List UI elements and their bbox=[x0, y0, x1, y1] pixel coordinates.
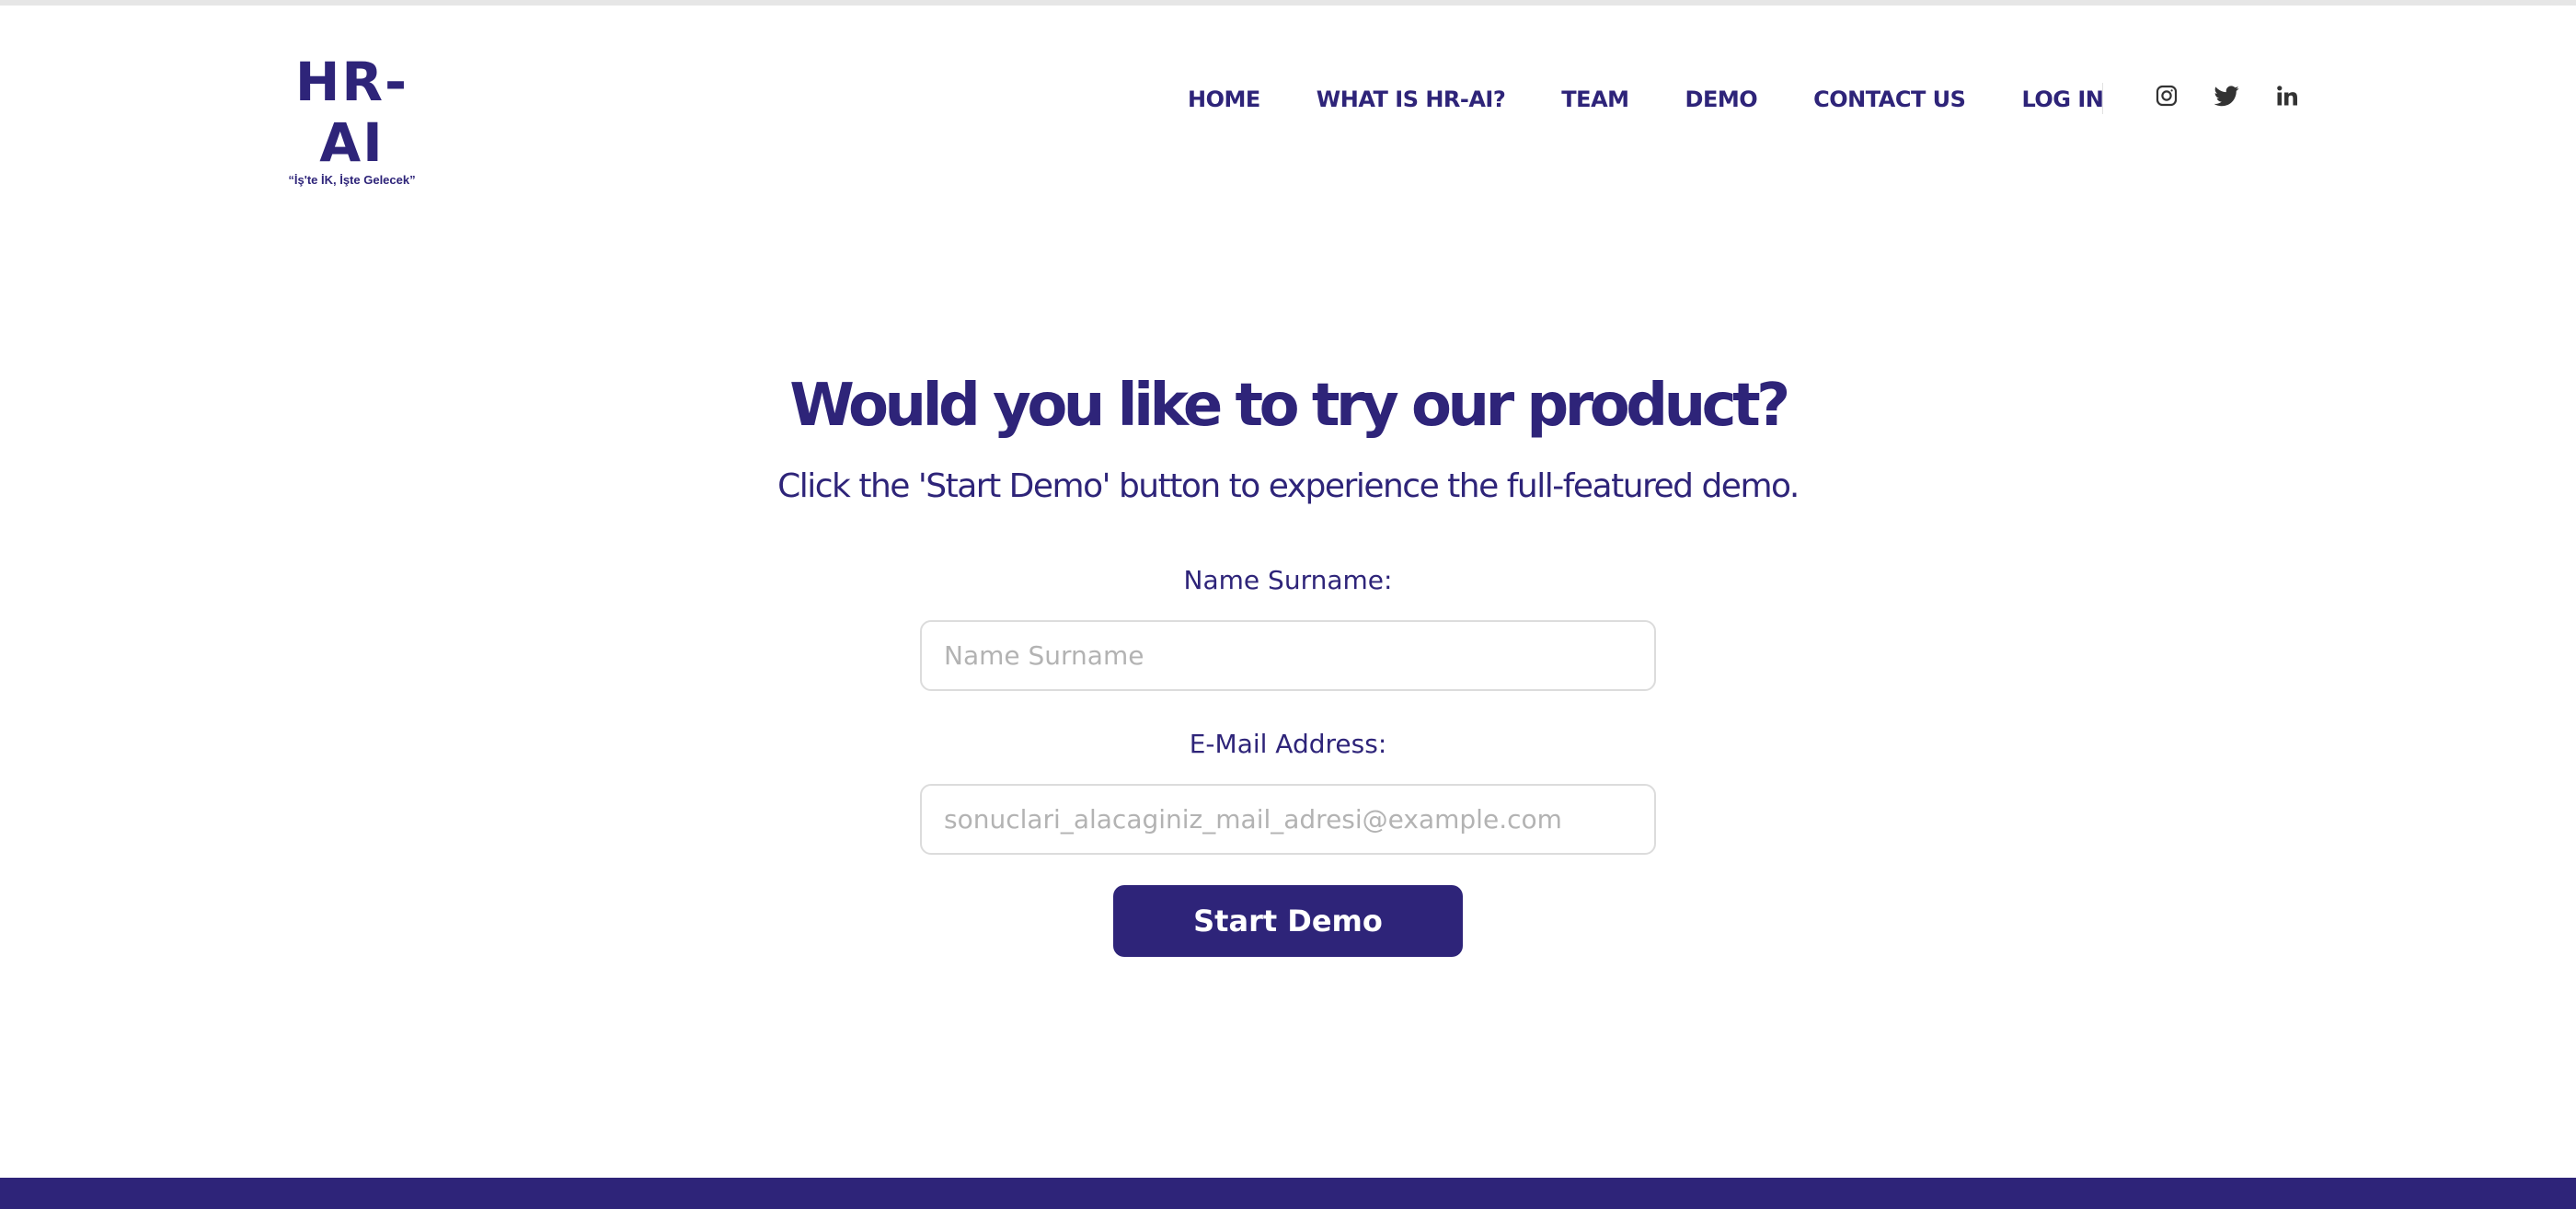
start-demo-button[interactable]: Start Demo bbox=[1113, 885, 1463, 957]
email-address-label: E-Mail Address: bbox=[1189, 729, 1387, 759]
logo-tagline: “İş'te İK, İşte Gelecek” bbox=[288, 173, 416, 187]
page-subtitle: Click the 'Start Demo' button to experie… bbox=[777, 467, 1800, 505]
nav-divider bbox=[2102, 83, 2103, 114]
name-surname-label: Name Surname: bbox=[1183, 565, 1393, 595]
nav-home[interactable]: HOME bbox=[1188, 86, 1260, 112]
page: HR-AI “İş'te İK, İşte Gelecek” HOME WHAT… bbox=[0, 0, 2576, 1209]
email-address-input[interactable] bbox=[920, 784, 1656, 855]
footer-bar bbox=[0, 1178, 2576, 1209]
nav-demo[interactable]: DEMO bbox=[1685, 86, 1758, 112]
main-nav: HOME WHAT IS HR-AI? TEAM DEMO CONTACT US… bbox=[1188, 81, 2104, 118]
top-border bbox=[0, 0, 2576, 6]
twitter-icon[interactable] bbox=[2213, 81, 2240, 110]
nav-what-is-hr-ai[interactable]: WHAT IS HR-AI? bbox=[1317, 86, 1506, 112]
page-title: Would you like to try our product? bbox=[789, 372, 1790, 440]
instagram-icon[interactable] bbox=[2153, 81, 2180, 110]
name-surname-input[interactable] bbox=[920, 620, 1656, 691]
logo-text: HR-AI bbox=[294, 51, 409, 174]
nav-contact-us[interactable]: CONTACT US bbox=[1813, 86, 1966, 112]
nav-log-in[interactable]: LOG IN bbox=[2021, 86, 2103, 112]
linkedin-icon[interactable] bbox=[2273, 81, 2301, 110]
logo[interactable]: HR-AI “İş'te İK, İşte Gelecek” bbox=[267, 52, 437, 188]
nav-team[interactable]: TEAM bbox=[1561, 86, 1629, 112]
